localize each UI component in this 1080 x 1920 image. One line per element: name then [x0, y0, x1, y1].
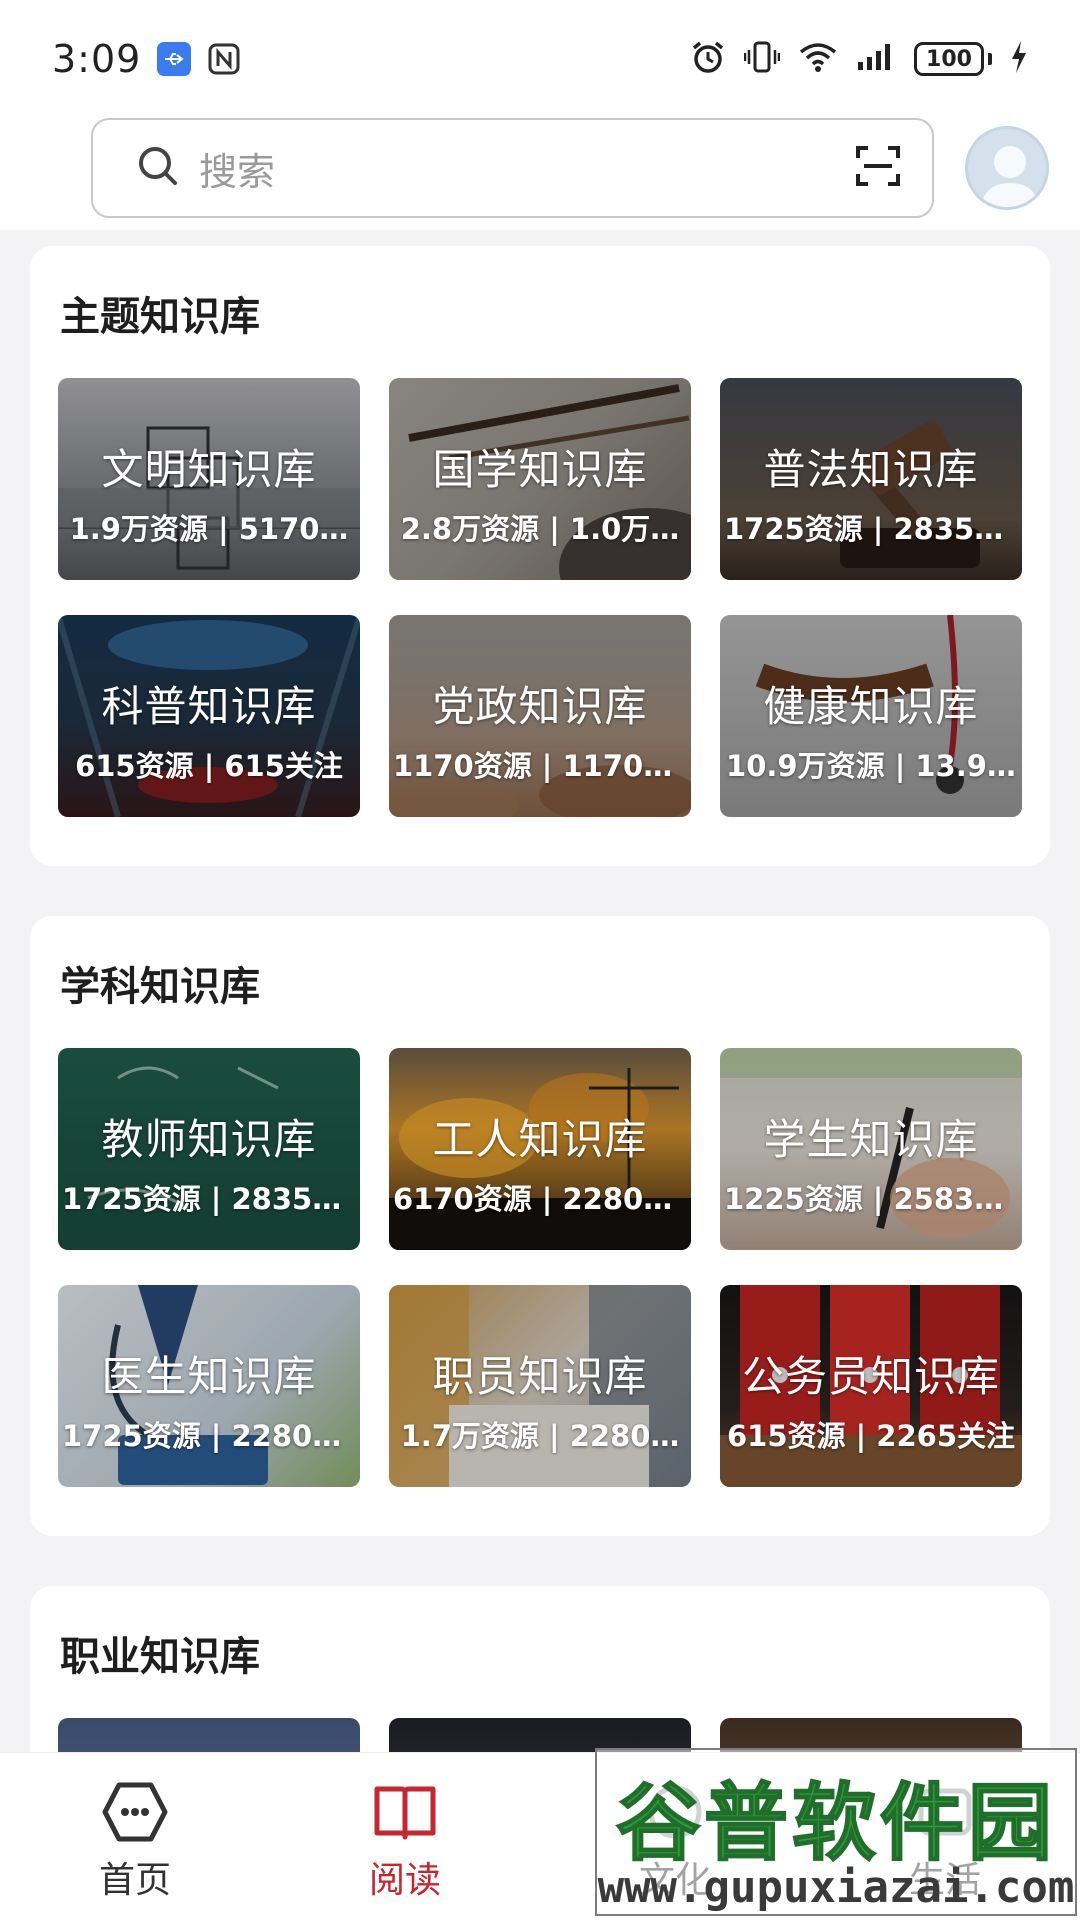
card-name: 公务员知识库 — [741, 1352, 1000, 1401]
card-wenming[interactable]: 文明知识库 1.9万资源 | 5170… — [58, 378, 360, 580]
card-gongwuyuan[interactable]: 公务员知识库 615资源 | 2265关注 — [720, 1285, 1022, 1487]
section-title: 主题知识库 — [60, 294, 260, 340]
battery-icon: 100 — [914, 42, 992, 76]
search-icon — [137, 145, 179, 191]
card-stats: 1.7万资源 | 2280… — [400, 1419, 680, 1453]
card-stats: 1170资源 | 1170关注 — [393, 749, 691, 783]
card-kepu[interactable]: 科普知识库 615资源 | 615关注 — [58, 615, 360, 817]
home-icon — [101, 1781, 169, 1847]
scan-icon[interactable] — [854, 142, 902, 194]
wifi-icon — [798, 40, 838, 78]
card-stats: 10.9万资源 | 13.9… — [726, 749, 1016, 783]
card-name: 学生知识库 — [763, 1115, 979, 1164]
section-theme: 主题知识库 文明知识库 1.9万资源 | 5170… 国学知识库 2.8万资源 … — [30, 246, 1050, 866]
nav-label: 阅读 — [368, 1860, 441, 1901]
nav-home[interactable]: 首页 — [0, 1753, 270, 1920]
card-name: 科普知识库 — [101, 682, 317, 731]
avatar[interactable] — [965, 126, 1049, 210]
signal-icon — [856, 42, 896, 76]
card-name: 健康知识库 — [763, 682, 979, 731]
card-stats: 1.9万资源 | 5170… — [69, 512, 349, 546]
battery-level: 100 — [914, 42, 984, 76]
card-dangzheng[interactable]: 党政知识库 1170资源 | 1170关注 — [389, 615, 691, 817]
card-stats: 1725资源 | 2835关注 — [724, 512, 1022, 546]
card-stats: 6170资源 | 2280关注 — [393, 1182, 691, 1216]
alarm-icon — [690, 39, 726, 79]
charging-icon — [1010, 40, 1028, 78]
watermark-logo: 谷普软件园 — [615, 1773, 1056, 1873]
nav-read[interactable]: 阅读 — [270, 1753, 540, 1920]
card-stats: 615资源 | 2265关注 — [726, 1419, 1016, 1453]
section-title: 学科知识库 — [60, 964, 260, 1010]
book-icon — [371, 1781, 439, 1847]
watermark-url: www.gupuxiazai.com — [597, 1862, 1075, 1913]
card-xuesheng[interactable]: 学生知识库 1225资源 | 2583关注 — [720, 1048, 1022, 1250]
nfc-icon — [207, 42, 241, 76]
status-time: 3:09 — [52, 37, 142, 81]
card-yisheng[interactable]: 医生知识库 1725资源 | 2280关注 — [58, 1285, 360, 1487]
card-zhiyuan[interactable]: 职员知识库 1.7万资源 | 2280… — [389, 1285, 691, 1487]
card-guoxue[interactable]: 国学知识库 2.8万资源 | 1.0万… — [389, 378, 691, 580]
card-name: 党政知识库 — [432, 682, 648, 731]
card-jiankang[interactable]: 健康知识库 10.9万资源 | 13.9… — [720, 615, 1022, 817]
card-name: 普法知识库 — [763, 445, 979, 494]
card-gongren[interactable]: 工人知识库 6170资源 | 2280关注 — [389, 1048, 691, 1250]
card-stats: 615资源 | 615关注 — [75, 749, 343, 783]
usb-icon — [157, 42, 192, 76]
card-name: 文明知识库 — [101, 445, 317, 494]
card-name: 工人知识库 — [432, 1115, 648, 1164]
card-jiaoshi[interactable]: 教师知识库 1725资源 | 2835关注 — [58, 1048, 360, 1250]
vibrate-icon — [743, 39, 781, 79]
card-stats: 2.8万资源 | 1.0万… — [400, 512, 680, 546]
watermark: 谷普软件园 www.gupuxiazai.com — [595, 1748, 1077, 1916]
card-name: 国学知识库 — [432, 445, 648, 494]
status-bar: 3:09 100 — [0, 0, 1080, 118]
card-stats: 1225资源 | 2583关注 — [724, 1182, 1022, 1216]
section-title: 职业知识库 — [60, 1634, 260, 1680]
card-name: 教师知识库 — [101, 1115, 317, 1164]
card-name: 医生知识库 — [101, 1352, 317, 1401]
search-input[interactable]: 搜索 — [91, 118, 934, 218]
card-pufa[interactable]: 普法知识库 1725资源 | 2835关注 — [720, 378, 1022, 580]
section-subject: 学科知识库 教师知识库 1725资源 | 2835关注 工人知识库 6170资源… — [30, 916, 1050, 1536]
search-placeholder: 搜索 — [199, 149, 276, 194]
card-stats: 1725资源 | 2280关注 — [62, 1419, 360, 1453]
card-stats: 1725资源 | 2835关注 — [62, 1182, 360, 1216]
nav-label: 首页 — [98, 1860, 171, 1901]
card-name: 职员知识库 — [432, 1352, 648, 1401]
search-header: 搜索 — [0, 118, 1080, 230]
